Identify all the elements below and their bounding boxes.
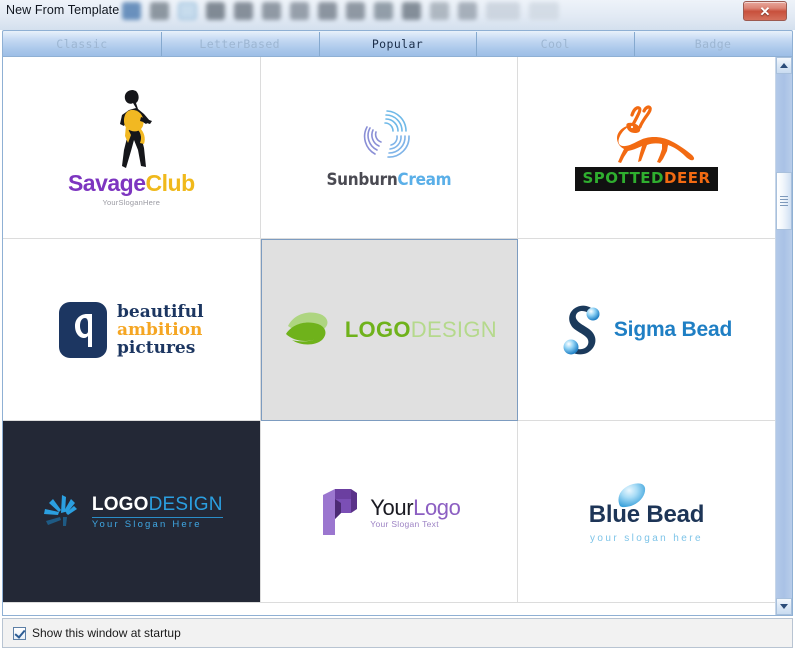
logo-logo-design-dark: LOGODESIGN Your Slogan Here [40,492,223,532]
cube-p-mark-icon [323,488,358,535]
logo-sigma-bead: Sigma Bead [561,302,732,358]
letter-a-badge-icon [59,301,108,358]
logo-your-logo: YourLogo Your Slogan Text [317,483,461,541]
template-grid: SavageClub YourSloganHere SunburnCream S… [3,57,776,603]
template-cell-savage-club[interactable]: SavageClub YourSloganHere [3,57,261,239]
letter-a-glyph [75,313,93,347]
logo-slogan: Your Slogan Here [91,518,202,530]
logo-title: YourLogo [370,494,461,521]
tab-classic[interactable]: Classic [3,31,161,57]
scrollbar-thumb[interactable] [776,172,792,230]
tab-label: Badge [694,37,732,51]
template-cell-blue-bead[interactable]: Blue Bead your slogan here [518,421,776,603]
scroll-down-button[interactable] [776,598,792,615]
logo-text-block: YourLogo Your Slogan Text [370,494,461,529]
chevron-up-icon [780,63,788,68]
logo-title-part2: Cream [397,170,452,190]
tab-popular[interactable]: Popular [318,31,477,57]
logo-blue-bead: Blue Bead your slogan here [586,479,706,544]
logo-text-block: LOGODESIGN Your Slogan Here [91,494,223,530]
logo-spotted-deer: SPOTTEDDEER [575,104,718,191]
tab-label: Cool [540,37,570,51]
logo-title-part2: DEER [664,168,711,187]
template-grid-area: SavageClub YourSloganHere SunburnCream S… [2,56,793,616]
logo-title-part2: Logo [413,494,461,520]
logo-title: LOGODESIGN [345,317,497,343]
dancer-figure-icon [120,90,153,168]
logo-title: SunburnCream [326,170,451,190]
new-from-template-dialog: New From Template ✕ Classic LetterBased … [0,0,795,650]
logo-title-part1: Savage [67,170,146,196]
logo-title-part1: LOGO [91,493,149,515]
template-cell-your-logo[interactable]: YourLogo Your Slogan Text [260,421,519,603]
logo-savage-club: SavageClub YourSloganHere [68,88,195,207]
close-button[interactable]: ✕ [743,1,787,21]
logo-title: Blue Bead [588,501,705,528]
logo-title: beautiful ambition pictures [117,303,204,357]
logo-title-part1: Your [370,494,414,520]
swirl-icon [363,110,410,158]
logo-sunburn-cream: SunburnCream [326,105,452,190]
logo-beautiful-ambition-pictures: beautiful ambition pictures [59,301,204,358]
tab-label: Popular [371,37,424,51]
logo-title: LOGODESIGN [92,494,223,516]
scrollbar-track[interactable] [776,74,792,598]
dialog-title: New From Template [6,3,120,17]
leaping-deer-icon [617,104,695,163]
logo-title-line1: beautiful [117,301,204,322]
chevron-down-icon [780,604,788,609]
logo-title-part2: DESIGN [148,493,223,515]
dialog-footer: Show this window at startup [2,618,793,648]
tab-cool[interactable]: Cool [476,31,634,57]
scroll-up-button[interactable] [776,57,792,74]
logo-title-part2: DESIGN [410,317,497,342]
show-at-startup-checkbox[interactable] [13,626,26,640]
logo-slogan: YourSloganHere [102,198,161,207]
logo-logo-design-leaf: LOGODESIGN [282,308,497,352]
logo-slogan: your slogan here [590,533,703,544]
template-cell-logo-design-dark[interactable]: LOGODESIGN Your Slogan Here [3,421,261,603]
template-cell-logo-design-leaf[interactable]: LOGODESIGN [260,239,519,421]
template-cell-spotted-deer[interactable]: SPOTTEDDEER [518,57,776,239]
logo-title-part1: Sunburn [326,170,398,190]
template-cell-sigma-bead[interactable]: Sigma Bead [518,239,776,421]
template-cell-beautiful-ambition-pictures[interactable]: beautiful ambition pictures [3,239,261,421]
template-cell-sunburn-cream[interactable]: SunburnCream [260,57,519,239]
tab-badge[interactable]: Badge [634,31,792,57]
grip-lines-icon [780,194,788,208]
fan-burst-icon [43,494,77,526]
logo-title: SavageClub [68,170,195,197]
category-tabbar: Classic LetterBased Popular Cool Badge [2,30,793,58]
leaf-pair-icon [285,312,328,345]
vertical-scrollbar[interactable] [775,57,792,615]
logo-name-bar: SPOTTEDDEER [575,166,718,191]
tab-label: LetterBased [199,37,280,51]
tab-letterbased[interactable]: LetterBased [160,31,319,57]
logo-title-line3: pictures [117,337,196,358]
tab-label: Classic [56,37,108,51]
show-at-startup-label[interactable]: Show this window at startup [32,626,181,640]
logo-title-part2: Club [145,170,196,196]
logo-title: Sigma Bead [613,317,733,341]
logo-title-line2: ambition [117,319,203,340]
logo-title-part1: LOGO [344,317,411,342]
sigma-s-mark-icon [563,305,600,354]
logo-title-part1: SPOTTED [582,168,665,187]
close-icon: ✕ [759,3,771,19]
divider-rule [91,516,223,518]
dialog-titlebar: New From Template ✕ [0,0,795,22]
